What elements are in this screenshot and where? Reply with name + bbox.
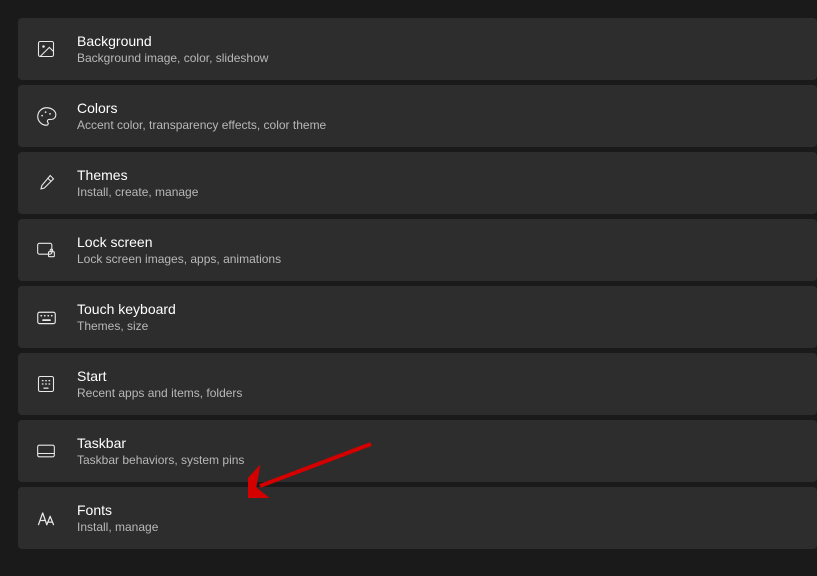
item-title: Touch keyboard	[77, 301, 176, 317]
item-title: Start	[77, 368, 242, 384]
item-title: Themes	[77, 167, 198, 183]
personalization-settings-list: Background Background image, color, slid…	[0, 18, 817, 549]
item-desc: Install, manage	[77, 520, 158, 534]
keyboard-icon	[34, 305, 58, 329]
item-title: Colors	[77, 100, 326, 116]
item-desc: Themes, size	[77, 319, 176, 333]
themes-icon	[34, 171, 58, 195]
item-title: Taskbar	[77, 435, 244, 451]
item-text: Touch keyboard Themes, size	[77, 301, 176, 333]
fonts-icon	[34, 506, 58, 530]
background-icon	[34, 37, 58, 61]
start-icon	[34, 372, 58, 396]
settings-item-lock-screen[interactable]: Lock screen Lock screen images, apps, an…	[18, 219, 817, 281]
settings-item-background[interactable]: Background Background image, color, slid…	[18, 18, 817, 80]
taskbar-icon	[34, 439, 58, 463]
colors-icon	[34, 104, 58, 128]
item-desc: Taskbar behaviors, system pins	[77, 453, 244, 467]
item-desc: Accent color, transparency effects, colo…	[77, 118, 326, 132]
settings-item-colors[interactable]: Colors Accent color, transparency effect…	[18, 85, 817, 147]
item-desc: Background image, color, slideshow	[77, 51, 268, 65]
lock-screen-icon	[34, 238, 58, 262]
item-text: Themes Install, create, manage	[77, 167, 198, 199]
item-title: Background	[77, 33, 268, 49]
item-text: Lock screen Lock screen images, apps, an…	[77, 234, 281, 266]
item-desc: Lock screen images, apps, animations	[77, 252, 281, 266]
item-desc: Recent apps and items, folders	[77, 386, 242, 400]
settings-item-fonts[interactable]: Fonts Install, manage	[18, 487, 817, 549]
item-title: Lock screen	[77, 234, 281, 250]
settings-item-themes[interactable]: Themes Install, create, manage	[18, 152, 817, 214]
item-title: Fonts	[77, 502, 158, 518]
item-text: Colors Accent color, transparency effect…	[77, 100, 326, 132]
item-desc: Install, create, manage	[77, 185, 198, 199]
settings-item-start[interactable]: Start Recent apps and items, folders	[18, 353, 817, 415]
settings-item-taskbar[interactable]: Taskbar Taskbar behaviors, system pins	[18, 420, 817, 482]
settings-item-touch-keyboard[interactable]: Touch keyboard Themes, size	[18, 286, 817, 348]
item-text: Background Background image, color, slid…	[77, 33, 268, 65]
item-text: Taskbar Taskbar behaviors, system pins	[77, 435, 244, 467]
item-text: Fonts Install, manage	[77, 502, 158, 534]
item-text: Start Recent apps and items, folders	[77, 368, 242, 400]
